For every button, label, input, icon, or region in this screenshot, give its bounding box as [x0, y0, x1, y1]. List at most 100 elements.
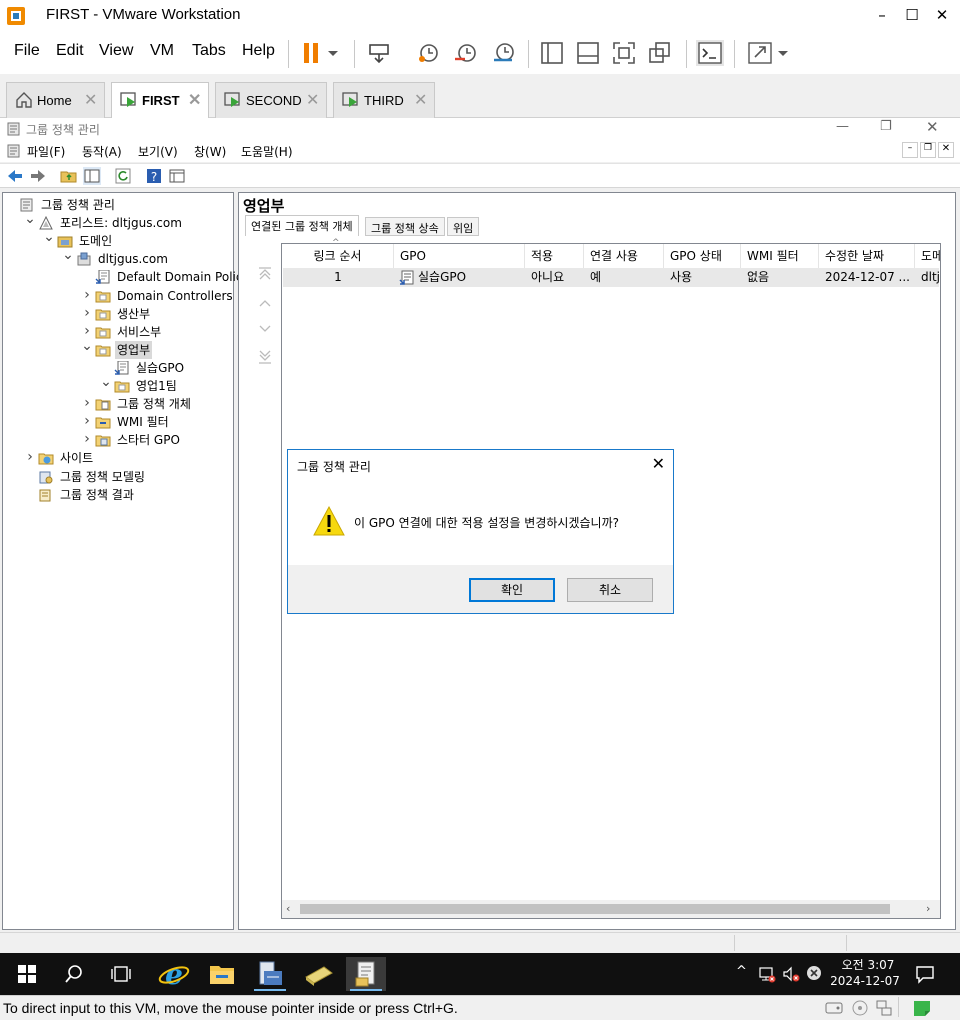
- column-header-domain[interactable]: 도메: [915, 244, 940, 268]
- scroll-left-icon[interactable]: ‹: [286, 902, 290, 915]
- send-ctrl-alt-del-icon[interactable]: [366, 40, 394, 66]
- show-hide-tree-icon[interactable]: [83, 167, 101, 185]
- move-down-icon[interactable]: [257, 321, 273, 337]
- menu-tabs[interactable]: Tabs: [192, 42, 226, 60]
- child-close-button[interactable]: ✕: [938, 142, 954, 158]
- console-view-icon[interactable]: [696, 40, 724, 66]
- column-header-wmi-filter[interactable]: WMI 필터: [741, 244, 819, 268]
- hard-disk-icon[interactable]: [824, 999, 844, 1017]
- internet-explorer-icon[interactable]: e: [154, 957, 194, 991]
- maximize-button[interactable]: ☐: [898, 4, 926, 26]
- restore-button[interactable]: ❐: [880, 119, 892, 134]
- chevron-down-icon[interactable]: [324, 40, 342, 66]
- child-restore-button[interactable]: ❐: [920, 142, 936, 158]
- tab-gp-inheritance[interactable]: 그룹 정책 상속: [365, 217, 445, 236]
- close-icon[interactable]: ✕: [414, 90, 427, 110]
- close-icon[interactable]: ✕: [84, 90, 97, 110]
- help-icon[interactable]: ?: [145, 167, 163, 185]
- snapshot-manager-icon[interactable]: [490, 40, 518, 66]
- dialog-close-button[interactable]: ✕: [652, 454, 665, 473]
- chevron-right-icon[interactable]: ›: [81, 430, 93, 448]
- chevron-down-icon[interactable]: [774, 40, 792, 66]
- pause-icon[interactable]: [298, 40, 326, 66]
- properties-icon[interactable]: [168, 167, 186, 185]
- child-minimize-button[interactable]: –: [902, 142, 918, 158]
- close-icon[interactable]: ✕: [306, 90, 319, 110]
- chevron-right-icon[interactable]: ›: [81, 286, 93, 304]
- ad-tools-icon[interactable]: [298, 957, 338, 991]
- network-adapter-icon[interactable]: [874, 999, 894, 1017]
- scroll-right-icon[interactable]: ›: [926, 902, 930, 915]
- tab-third[interactable]: THIRD ✕: [333, 82, 435, 118]
- menu-vm[interactable]: VM: [150, 42, 174, 60]
- thumbnail-bar-icon[interactable]: [574, 40, 602, 66]
- column-header-gpo-status[interactable]: GPO 상태: [664, 244, 741, 268]
- close-button[interactable]: ✕: [928, 4, 956, 26]
- cd-dvd-icon[interactable]: [850, 999, 870, 1017]
- notification-error-icon[interactable]: [806, 965, 822, 981]
- chevron-right-icon[interactable]: ›: [24, 448, 36, 466]
- tab-linked-gpos[interactable]: 연결된 그룹 정책 개체: [245, 215, 359, 236]
- back-icon[interactable]: [6, 167, 24, 185]
- snapshot-icon[interactable]: [414, 40, 442, 66]
- show-hidden-icons-button[interactable]: ^: [736, 964, 747, 979]
- column-header-enforced[interactable]: 적용: [525, 244, 584, 268]
- message-log-icon[interactable]: [912, 999, 932, 1017]
- menu-window[interactable]: 창(W): [194, 143, 226, 160]
- windows-start-icon[interactable]: [18, 965, 36, 983]
- network-error-icon[interactable]: [758, 965, 776, 983]
- clock-time[interactable]: 오전 3:07: [838, 956, 898, 973]
- chevron-down-icon[interactable]: ⌄: [100, 373, 112, 391]
- task-view-icon[interactable]: [110, 964, 132, 984]
- gpmc-taskbar-item[interactable]: [346, 957, 386, 991]
- show-library-icon[interactable]: [538, 40, 566, 66]
- close-button[interactable]: ✕: [926, 118, 939, 136]
- up-folder-icon[interactable]: [60, 167, 78, 185]
- tab-delegation[interactable]: 위임: [447, 217, 480, 236]
- column-header-link-order[interactable]: 링크 순서: [282, 244, 394, 268]
- chevron-down-icon[interactable]: ⌄: [81, 337, 93, 355]
- menu-file[interactable]: File: [14, 42, 40, 60]
- column-header-link-enabled[interactable]: 연결 사용: [584, 244, 664, 268]
- unity-icon[interactable]: [646, 40, 674, 66]
- chevron-down-icon[interactable]: ⌄: [24, 210, 36, 228]
- close-icon[interactable]: ✕: [188, 90, 201, 110]
- minimize-button[interactable]: —: [836, 119, 849, 134]
- chevron-right-icon[interactable]: ›: [81, 304, 93, 322]
- menu-help[interactable]: Help: [242, 42, 275, 60]
- search-icon[interactable]: [64, 964, 84, 984]
- menu-help[interactable]: 도움말(H): [241, 143, 293, 160]
- tab-second[interactable]: SECOND ✕: [215, 82, 327, 118]
- full-screen-icon[interactable]: [610, 40, 638, 66]
- column-header-gpo[interactable]: GPO: [394, 244, 525, 268]
- menu-view[interactable]: 보기(V): [138, 143, 178, 160]
- clock-date[interactable]: 2024-12-07: [828, 974, 902, 988]
- cancel-button[interactable]: 취소: [567, 578, 653, 602]
- volume-muted-icon[interactable]: [782, 965, 800, 983]
- move-to-bottom-icon[interactable]: [257, 349, 273, 365]
- stretch-guest-icon[interactable]: [746, 40, 774, 66]
- menu-view[interactable]: View: [99, 42, 133, 60]
- refresh-icon[interactable]: [114, 167, 132, 185]
- server-manager-taskbar-item[interactable]: [250, 957, 290, 991]
- minimize-button[interactable]: –: [868, 4, 896, 26]
- move-up-icon[interactable]: [257, 295, 273, 311]
- tab-first[interactable]: FIRST ✕: [111, 82, 209, 119]
- scrollbar-thumb[interactable]: [300, 904, 890, 914]
- chevron-down-icon[interactable]: ⌄: [43, 228, 55, 246]
- menu-action[interactable]: 동작(A): [82, 143, 122, 160]
- forward-icon[interactable]: [29, 167, 47, 185]
- chevron-down-icon[interactable]: ⌄: [62, 246, 74, 264]
- revert-snapshot-icon[interactable]: [452, 40, 480, 66]
- tab-home[interactable]: Home ✕: [6, 82, 105, 118]
- column-header-modified[interactable]: 수정한 날짜: [819, 244, 915, 268]
- chevron-right-icon[interactable]: ›: [81, 394, 93, 412]
- menu-edit[interactable]: Edit: [56, 42, 84, 60]
- action-center-icon[interactable]: [914, 964, 936, 984]
- menu-file[interactable]: 파일(F): [27, 143, 65, 160]
- file-explorer-icon[interactable]: [202, 957, 242, 991]
- ok-button[interactable]: 확인: [469, 578, 555, 602]
- horizontal-scrollbar[interactable]: ‹ ›: [282, 900, 940, 918]
- move-to-top-icon[interactable]: [257, 265, 273, 281]
- chevron-right-icon[interactable]: ›: [81, 412, 93, 430]
